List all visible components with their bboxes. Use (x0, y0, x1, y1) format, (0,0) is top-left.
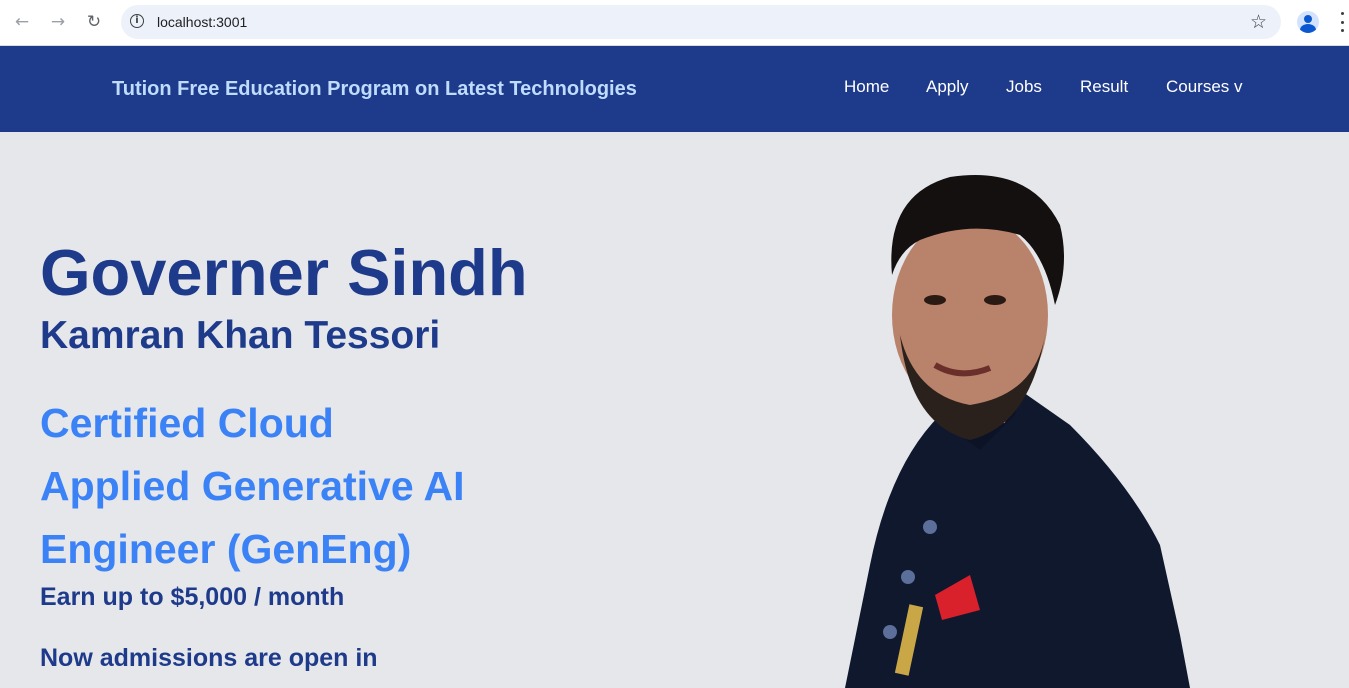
url-text[interactable]: localhost:3001 (157, 14, 247, 30)
reload-icon[interactable]: ↻ (82, 10, 106, 34)
forward-icon[interactable]: → (46, 10, 70, 34)
address-bar[interactable]: i localhost:3001 ☆ (121, 5, 1281, 39)
admissions-text: Now admissions are open in (40, 644, 378, 672)
program-item: Engineer (GenEng) (40, 526, 412, 572)
star-icon[interactable]: ☆ (1250, 11, 1267, 33)
nav-courses-dropdown[interactable]: Courses v (1166, 77, 1243, 97)
nav-home[interactable]: Home (844, 77, 889, 97)
earnings-text: Earn up to $5,000 / month (40, 583, 345, 611)
program-list: Certified Cloud Applied Generative AI En… (40, 392, 465, 581)
nav-result[interactable]: Result (1080, 77, 1128, 97)
hero-title: Governer Sindh (40, 236, 528, 309)
nav-apply[interactable]: Apply (926, 77, 969, 97)
nav-jobs[interactable]: Jobs (1006, 77, 1042, 97)
back-icon[interactable]: ← (10, 10, 34, 34)
site-brand[interactable]: Tution Free Education Program on Latest … (112, 78, 637, 101)
hero-subtitle: Kamran Khan Tessori (40, 314, 441, 357)
browser-toolbar: ← → ↻ i localhost:3001 ☆ (0, 0, 1349, 46)
profile-icon[interactable] (1297, 11, 1319, 33)
program-item: Applied Generative AI (40, 463, 465, 509)
governor-portrait-image (845, 175, 1190, 688)
info-icon[interactable]: i (130, 14, 144, 28)
site-header: Tution Free Education Program on Latest … (0, 46, 1349, 132)
kebab-menu-icon[interactable] (1336, 12, 1348, 32)
program-item: Certified Cloud (40, 400, 334, 446)
